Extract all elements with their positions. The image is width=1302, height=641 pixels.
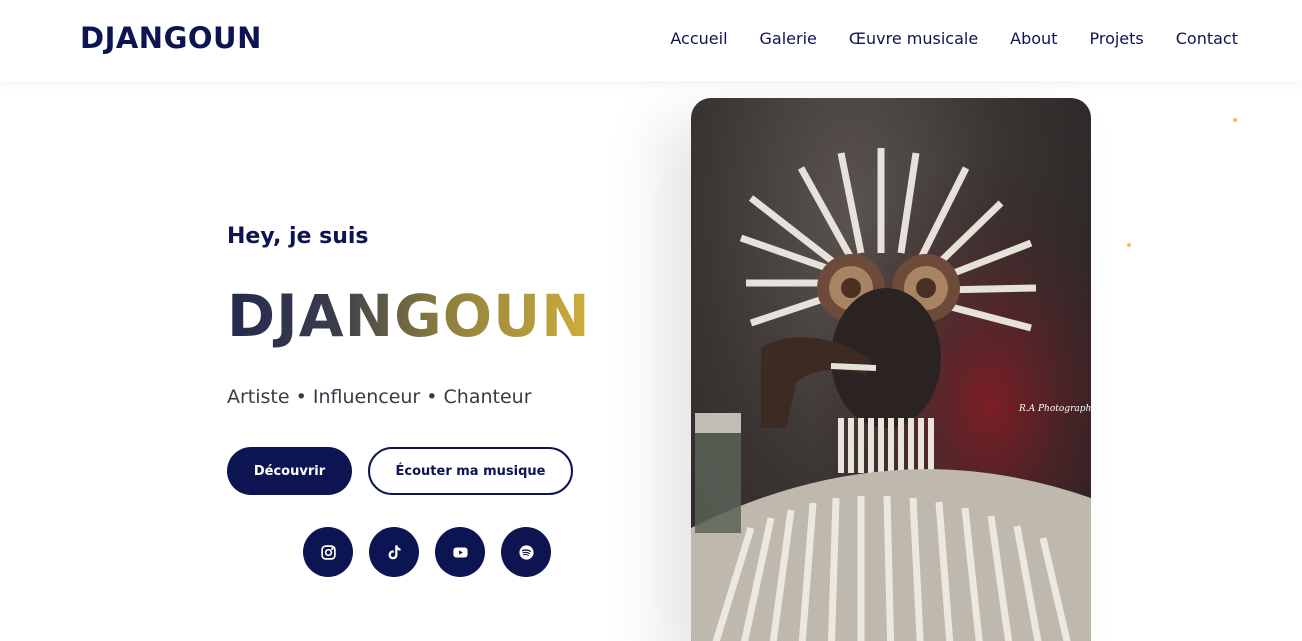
spotify-icon [518,544,534,560]
photo-watermark: R.A Photography [1018,404,1091,414]
hero-roles: Artiste • Influenceur • Chanteur [227,386,532,408]
hero-name: DJANGOUN [227,282,591,350]
nav-link-galerie[interactable]: Galerie [760,29,817,48]
tiktok-button[interactable] [369,527,419,577]
artist-photo-illustration: R.A Photography [691,98,1091,641]
youtube-button[interactable] [435,527,485,577]
social-links [303,527,551,577]
main-nav: Accueil Galerie Œuvre musicale About Pro… [670,29,1238,48]
spotify-button[interactable] [501,527,551,577]
decorative-dot [1127,243,1131,247]
hero-greeting: Hey, je suis [227,224,369,249]
brand-logo[interactable]: DJANGOUN [80,21,262,55]
nav-link-contact[interactable]: Contact [1176,29,1238,48]
nav-link-about[interactable]: About [1010,29,1057,48]
top-navbar: DJANGOUN Accueil Galerie Œuvre musicale … [0,0,1302,81]
nav-link-projets[interactable]: Projets [1089,29,1143,48]
decorative-dot [1233,118,1237,122]
artist-photo: R.A Photography [691,98,1091,641]
nav-link-accueil[interactable]: Accueil [670,29,727,48]
instagram-icon [320,544,336,560]
nav-link-oeuvre-musicale[interactable]: Œuvre musicale [849,29,978,48]
discover-button[interactable]: Découvrir [227,447,352,495]
tiktok-icon [388,544,401,559]
instagram-button[interactable] [303,527,353,577]
listen-music-button[interactable]: Écouter ma musique [368,447,573,495]
youtube-icon [452,547,468,557]
